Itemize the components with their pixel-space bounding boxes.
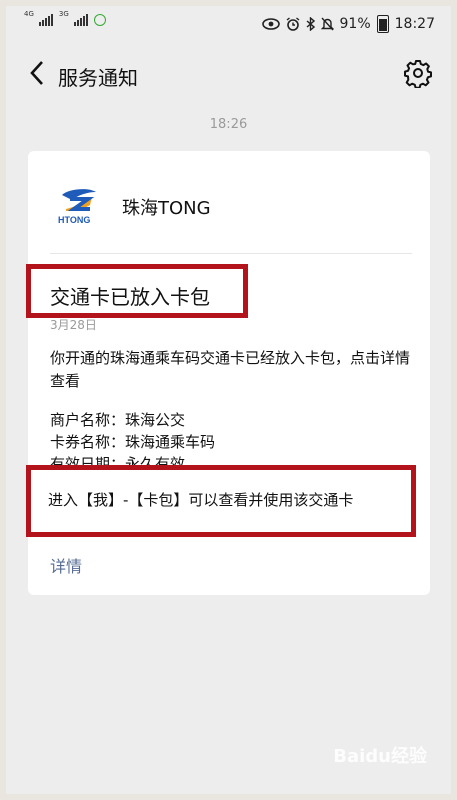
alarm-icon xyxy=(286,17,299,31)
phone-screen: 4G 3G 91% 18:27 服务通知 18:26 HTONG 珠海TONG … xyxy=(6,6,451,794)
title-highlight-box xyxy=(26,264,248,318)
wechat-notification-icon xyxy=(93,14,106,26)
merchant-row: 商户名称：珠海公交 xyxy=(50,409,185,430)
battery-icon xyxy=(376,15,389,33)
bluetooth-icon xyxy=(306,17,315,31)
network-type-2: 3G xyxy=(58,10,69,18)
signal-icon xyxy=(73,14,88,26)
logo-text: HTONG xyxy=(58,215,90,225)
battery-percent: 91% xyxy=(339,16,371,32)
status-bar: 4G 3G 91% 18:27 xyxy=(6,6,451,42)
clock: 18:27 xyxy=(394,16,435,32)
gear-icon[interactable] xyxy=(403,58,433,88)
message-intro: 你开通的珠海通乘车码交通卡已经放入卡包，点击详情查看 xyxy=(50,349,411,390)
card-name-label: 卡券名称： xyxy=(50,433,126,451)
mute-bell-icon xyxy=(320,17,334,31)
merchant-label: 商户名称： xyxy=(50,411,126,429)
message-date: 3月28日 xyxy=(50,318,97,332)
page-title: 服务通知 xyxy=(58,66,138,90)
watermark: Baidu经验 xyxy=(333,746,427,767)
detail-link[interactable]: 详情 xyxy=(50,553,82,577)
chevron-left-icon[interactable] xyxy=(24,56,50,90)
status-right: 91% 18:27 xyxy=(261,15,435,33)
merchant-value: 珠海公交 xyxy=(125,411,186,429)
card-name-value: 珠海通乘车码 xyxy=(125,433,216,451)
tip-highlight-box xyxy=(26,465,416,537)
network-type-1: 4G xyxy=(24,10,34,18)
status-left: 4G 3G xyxy=(24,10,106,26)
message-timestamp: 18:26 xyxy=(209,117,248,132)
divider xyxy=(50,253,412,254)
card-name-row: 卡券名称：珠海通乘车码 xyxy=(50,431,215,452)
signal-icon xyxy=(38,14,53,26)
service-name: 珠海TONG xyxy=(122,198,211,219)
zhuhai-tong-logo: HTONG xyxy=(58,189,96,225)
eye-icon xyxy=(261,18,280,30)
nav-header: 服务通知 xyxy=(6,42,451,104)
